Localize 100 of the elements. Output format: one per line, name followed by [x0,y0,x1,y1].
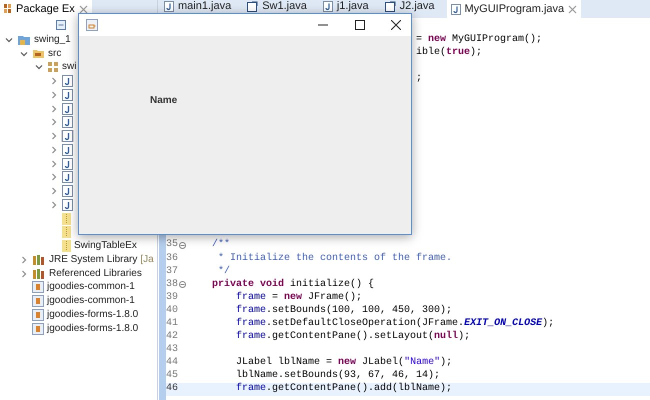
books-icon [32,254,46,266]
chevron-right-icon[interactable] [20,256,28,264]
maximize-icon[interactable] [355,20,365,30]
archive-file-icon [62,226,71,238]
code-line: frame.getContentPane().setLayout(null); [235,332,470,342]
java-file-icon [62,130,73,142]
tree-item[interactable] [61,102,74,115]
name-label: Name [150,95,178,106]
java-file-icon [62,75,73,88]
line-number: 45 [166,371,179,382]
tree-item[interactable] [61,226,72,238]
editor-tab[interactable]: MyGUIProgram.java [446,0,582,18]
java-file-icon [62,144,73,156]
tree-item[interactable] [61,130,74,142]
archive-file-icon [62,240,71,252]
chevron-down-icon[interactable] [5,36,13,44]
code-line: frame.setBounds(100, 100, 450, 300); [235,306,452,316]
chevron-right-icon[interactable] [50,173,58,182]
tree-item-decoration: [Ja [140,254,154,265]
chevron-right-icon[interactable] [50,146,58,154]
java-file-icon [62,198,73,211]
code-line: frame.setDefaultCloseOperation(JFrame.EXIT_ON_CLOSE); [235,318,554,329]
editor-tab[interactable]: J2.java [380,0,438,13]
chevron-down-icon[interactable] [20,50,28,58]
books-icon [32,268,46,280]
java-file-icon [450,4,460,14]
collapse-icon[interactable] [179,242,186,249]
tree-item[interactable] [61,116,74,128]
code-line: private void initialize() { [211,280,374,290]
collapse-all-icon[interactable] [56,20,66,30]
line-number: 46 [166,384,179,394]
java-file-icon [62,102,73,115]
tree-item[interactable]: SwingTableEx [61,240,138,252]
chevron-right-icon[interactable] [50,104,58,113]
package-explorer-tab[interactable]: Package Ex [0,0,92,18]
tree-item[interactable]: Referenced Libraries [31,268,143,280]
tree-item[interactable] [61,144,74,156]
jar-file-icon [32,322,44,335]
code-line: frame.getContentPane().add(lblName); [235,384,452,394]
code-line: frame = new JFrame(); [235,292,362,303]
code-line: /** [211,240,230,250]
line-number: 42 [166,332,179,342]
editor-tab[interactable]: Sw1.java [243,0,311,13]
code-line: lblName.setBounds(93, 67, 46, 14); [235,371,440,382]
chevron-right-icon[interactable] [50,90,58,99]
chevron-right-icon[interactable] [20,270,28,278]
tree-item[interactable] [61,185,74,198]
tree-item[interactable]: src [31,48,62,60]
java-file-icon [62,158,73,170]
code-line: * Initialize the contents of the frame. [217,254,452,264]
package-icon [4,4,12,14]
collapse-icon[interactable] [179,281,186,288]
tree-item[interactable]: jgoodies-forms-1.8.0 [31,308,140,321]
line-number: 44 [166,358,179,368]
tree-item[interactable]: jgoodies-common-1 [31,295,136,308]
line-number: 37 [166,266,179,277]
tree-item[interactable] [61,88,74,101]
line-number: 43 [166,345,179,356]
line-number: 38 [166,280,179,290]
tree-item[interactable] [61,171,74,184]
close-icon[interactable] [391,20,401,30]
line-number: 35 [166,240,179,250]
archive-file-icon [62,212,71,225]
tree-item[interactable] [61,75,74,88]
tree-item[interactable]: JRE System Library [Ja [31,254,155,266]
jar-file-icon [32,308,44,321]
code-line: ible(true); [416,46,482,59]
tree-item[interactable] [61,158,74,170]
line-number: 40 [166,306,179,316]
editor-tab[interactable]: main1.java [160,0,236,13]
line-number: 41 [166,318,179,329]
java-file-icon [62,88,73,101]
chevron-right-icon[interactable] [50,132,58,140]
tree-item[interactable]: jgoodies-forms-1.8.0 [31,322,140,335]
jar-file-icon [32,295,44,308]
chevron-right-icon[interactable] [50,200,58,209]
project-folder-icon [17,34,31,46]
tree-item[interactable]: swing_1 [16,34,72,46]
code-line: = new MyGUIProgram(); [416,33,542,46]
tree-item[interactable]: swi [46,61,78,74]
editor-tab[interactable]: j1.java [318,0,373,13]
chevron-right-icon[interactable] [50,187,58,196]
chevron-down-icon[interactable] [35,63,43,72]
chevron-right-icon[interactable] [50,160,58,168]
jar-file-icon [32,281,44,294]
chevron-right-icon[interactable] [50,77,58,86]
package-icon [47,61,59,74]
code-line: JLabel lblName = new JLabel("Name"); [235,358,452,368]
line-number: 36 [166,254,179,264]
java-file-icon [62,116,73,128]
source-folder-icon [32,48,45,60]
line-number: 39 [166,292,179,303]
java-file-icon [62,185,73,198]
chevron-right-icon[interactable] [50,118,58,126]
code-line: */ [217,266,230,277]
code-line: ; [416,72,422,85]
tree-item[interactable] [61,198,74,211]
java-file-icon [62,171,73,184]
tree-item[interactable] [61,212,72,225]
tree-item[interactable]: jgoodies-common-1 [31,281,136,294]
